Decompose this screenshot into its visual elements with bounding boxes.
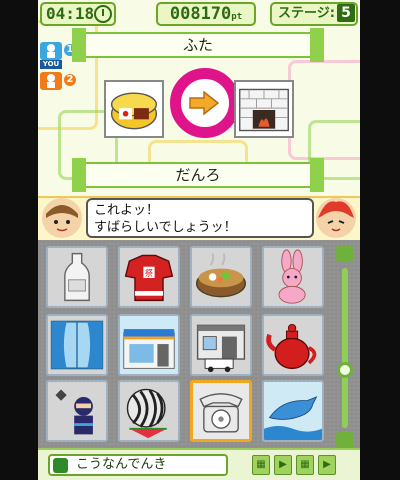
- stage-number: 5: [336, 4, 355, 22]
- score-value: 008170: [169, 4, 232, 24]
- game-screen: 04:18 008170pt ステージ: 5 1 YOU 2 ふた だんろ これ…: [0, 0, 400, 480]
- hot-pot-icon: [195, 253, 247, 298]
- scroll-up-icon[interactable]: [336, 246, 354, 262]
- player1-badge-icon: [40, 42, 62, 60]
- screen-border-right: [360, 0, 400, 480]
- stage-display: ステージ: 5: [270, 2, 358, 26]
- person-icon: [53, 458, 68, 473]
- tile-bottle[interactable]: [46, 246, 108, 308]
- police-box-icon: [196, 324, 246, 373]
- arrow-right-icon: [189, 91, 220, 115]
- dialogue-line-2: すばらしいでしょうッ！: [94, 220, 237, 235]
- top-screen: 04:18 008170pt ステージ: 5 1 YOU 2 ふた だんろ これ…: [38, 0, 360, 240]
- scroll-track[interactable]: [342, 268, 348, 428]
- footer-bar: こうなんでんき ▦ ▶ ▦ ▶: [38, 448, 360, 480]
- player1-you-tag: YOU: [40, 60, 62, 69]
- bottom-screen: 祭 こうなんでんき ▦ ▶ ▦ ▶: [38, 240, 360, 480]
- tile-window-curtain[interactable]: [46, 314, 108, 376]
- tile-teapot[interactable]: [262, 314, 324, 376]
- tile-watermelon[interactable]: [118, 380, 180, 442]
- convenience-store-icon: [120, 316, 178, 374]
- score-display: 008170pt: [156, 2, 256, 26]
- tile-ninja[interactable]: [46, 380, 108, 442]
- lunchbox-icon: [110, 92, 158, 130]
- tile-telephone[interactable]: [190, 380, 252, 442]
- word-display-field: こうなんでんき: [48, 454, 228, 476]
- dialogue-bubble: これよッ！ すばらしいでしょうッ！: [86, 198, 314, 238]
- tile-convenience-store[interactable]: [118, 314, 180, 376]
- fireplace-icon: [239, 88, 289, 132]
- previous-word: ふた: [182, 36, 213, 54]
- screen-border-left: [0, 0, 38, 480]
- current-word: だんろ: [175, 166, 221, 184]
- tile-dolphin[interactable]: [262, 380, 324, 442]
- watermelon-icon: [126, 388, 167, 439]
- score-unit: pt: [231, 12, 243, 22]
- teapot-icon: [266, 323, 317, 370]
- player2-number: 2: [64, 74, 76, 86]
- scroll-down-icon[interactable]: [336, 432, 354, 448]
- stage-label: ステージ:: [278, 6, 335, 21]
- svg-text:祭: 祭: [145, 268, 154, 278]
- previous-word-picture: [104, 80, 164, 138]
- current-word-picture: [234, 80, 294, 138]
- ninja-icon: [55, 389, 93, 435]
- window-curtain-icon: [50, 320, 104, 370]
- clock-icon: [94, 5, 112, 23]
- bottle-icon: [64, 252, 90, 302]
- character-portrait-left: [42, 198, 82, 238]
- timer-display: 04:18: [40, 2, 116, 26]
- dolphin-icon: [264, 382, 322, 440]
- arrow-right-button[interactable]: ▶: [274, 455, 292, 475]
- player2-badge-icon: [40, 72, 62, 90]
- dialogue-line-1: これよッ！: [94, 203, 160, 218]
- grid-view-icon[interactable]: ▦: [252, 455, 270, 475]
- happi-coat-icon: 祭: [124, 254, 174, 302]
- tile-police-box[interactable]: [190, 314, 252, 376]
- scroll-thumb[interactable]: [337, 362, 353, 378]
- current-word-banner: だんろ: [72, 158, 324, 192]
- tile-rabbit-plush[interactable]: [262, 246, 324, 308]
- previous-word-banner: ふた: [72, 28, 324, 62]
- timer-value: 04:18: [46, 4, 95, 23]
- list-view-icon[interactable]: ▦: [296, 455, 314, 475]
- picture-scrollbar[interactable]: [336, 246, 354, 448]
- telephone-icon: [199, 393, 243, 433]
- character-portrait-right: [316, 198, 356, 238]
- word-display-value: こうなんでんき: [76, 457, 167, 472]
- tile-hot-pot[interactable]: [190, 246, 252, 308]
- next-page-button[interactable]: ▶: [318, 455, 336, 475]
- rabbit-plush-icon: [278, 249, 306, 304]
- tile-happi-coat[interactable]: 祭: [118, 246, 180, 308]
